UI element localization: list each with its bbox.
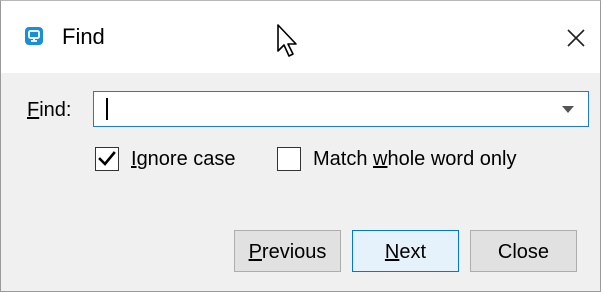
previous-button[interactable]: Previous bbox=[234, 230, 341, 272]
window-title: Find bbox=[62, 24, 105, 49]
find-combobox[interactable] bbox=[93, 91, 589, 127]
close-button[interactable]: Close bbox=[470, 230, 577, 272]
title-bar: Find bbox=[1, 1, 600, 73]
match-whole-word-label[interactable]: Match whole word only bbox=[313, 146, 516, 172]
text-caret bbox=[106, 98, 108, 120]
app-logo-icon bbox=[25, 27, 43, 45]
match-whole-word-checkbox[interactable] bbox=[277, 147, 301, 171]
ignore-case-label[interactable]: Ignore case bbox=[131, 146, 236, 172]
chevron-down-icon[interactable] bbox=[562, 106, 574, 113]
find-label: Find: bbox=[27, 99, 72, 121]
close-icon[interactable] bbox=[561, 23, 591, 53]
find-input[interactable] bbox=[98, 94, 546, 124]
mouse-pointer-icon bbox=[277, 24, 297, 57]
checkmark-icon bbox=[98, 151, 116, 166]
next-button[interactable]: Next bbox=[352, 230, 459, 272]
find-dialog: Find Find: Ignore case Match whole word … bbox=[0, 0, 601, 292]
ignore-case-checkbox[interactable] bbox=[95, 147, 119, 171]
